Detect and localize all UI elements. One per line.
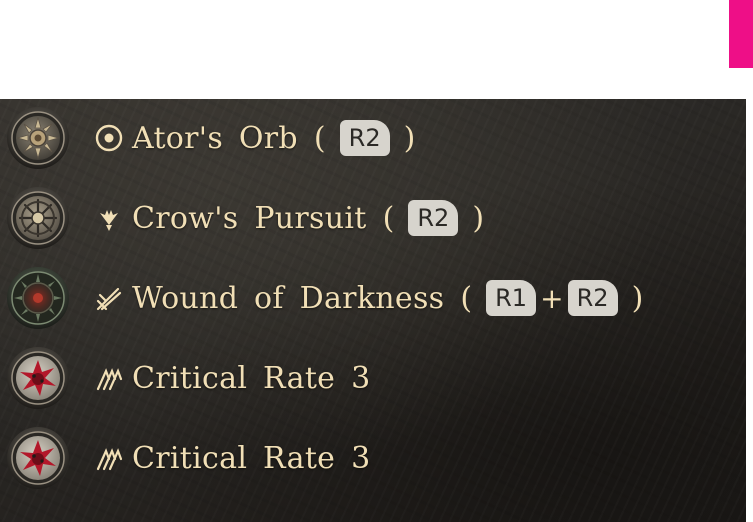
skill-name: Critical Rate 3 xyxy=(132,360,371,396)
r2-button-prompt: R2 xyxy=(567,280,618,316)
paren-close: ) xyxy=(472,200,485,236)
skill-list-panel: Ator's Orb ( R2 ) Crow's Pursuit (R2) … xyxy=(0,99,746,522)
paren-close: ) xyxy=(631,280,644,316)
skill-row-wound-of-darkness[interactable]: Wound of Darkness ( R1 + R2 ) xyxy=(6,263,643,333)
skill-name: Critical Rate 3 xyxy=(132,440,371,476)
page: Ator's Orb ( R2 ) Crow's Pursuit (R2) … xyxy=(0,0,753,522)
r2-button-prompt: R2 xyxy=(408,200,459,236)
blood-burst-medal-icon xyxy=(6,426,70,490)
skill-row-critical-rate-3-second[interactable]: Critical Rate 3 xyxy=(6,423,370,493)
gear-sun-medal-icon xyxy=(6,106,70,170)
paren-open: ( xyxy=(460,280,473,316)
skill-name: Ator's Orb xyxy=(132,120,298,156)
r2-button-prompt: R2 xyxy=(339,120,390,156)
skill-row-ators-orb[interactable]: Ator's Orb ( R2 ) xyxy=(6,103,415,173)
skill-row-crows-pursuit[interactable]: Crow's Pursuit ( R2 ) xyxy=(6,183,484,253)
accent-bar xyxy=(729,0,753,68)
blood-burst-medal-icon xyxy=(6,346,70,410)
plus-sign: + xyxy=(540,281,564,315)
paren-open: ( xyxy=(382,200,395,236)
skill-name: Crow's Pursuit xyxy=(132,200,367,236)
wheel-medal-icon xyxy=(6,186,70,250)
orb-target-icon xyxy=(92,121,126,155)
paren-close: ) xyxy=(403,120,416,156)
claw-slash-icon xyxy=(92,441,126,475)
skill-name: Wound of Darkness xyxy=(132,280,445,316)
claw-slash-icon xyxy=(92,361,126,395)
crow-icon xyxy=(92,201,126,235)
spiked-orb-medal-icon xyxy=(6,266,70,330)
skill-row-critical-rate-3[interactable]: Critical Rate 3 xyxy=(6,343,370,413)
r1-button-prompt: R1 xyxy=(486,280,537,316)
paren-open: ( xyxy=(313,120,326,156)
crossed-blades-icon xyxy=(92,281,126,315)
